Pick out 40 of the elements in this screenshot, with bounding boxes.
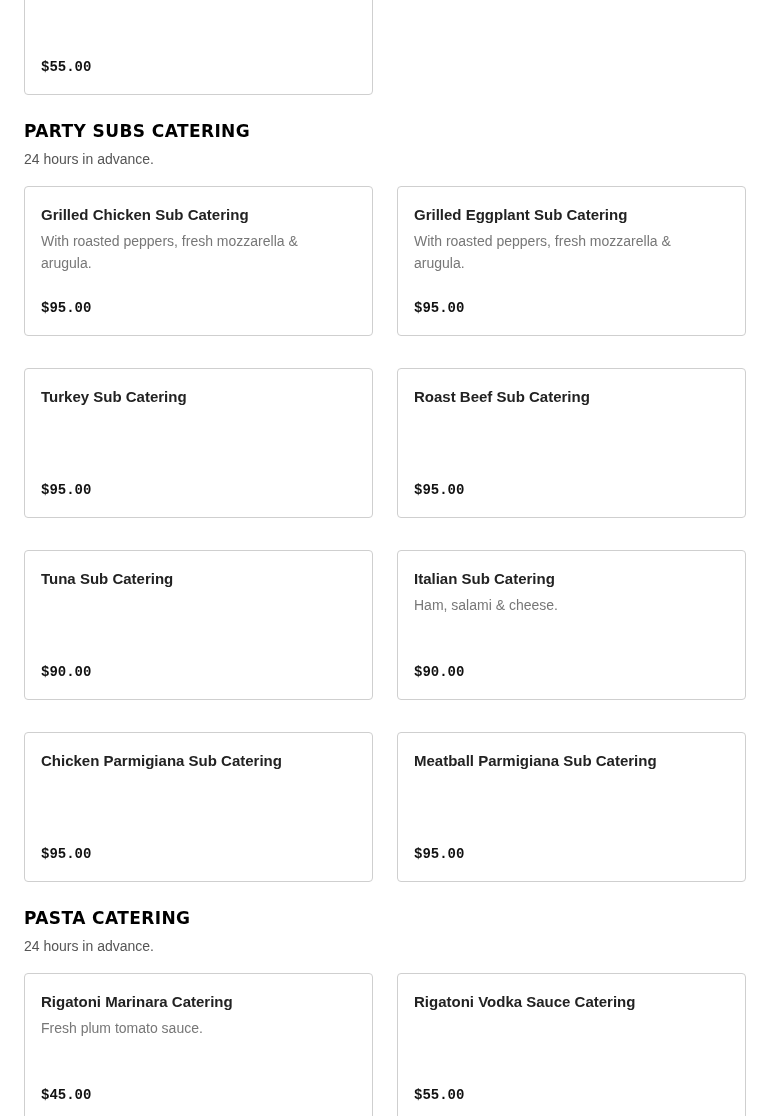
section-heading: PARTY SUBS CATERING	[24, 120, 252, 143]
menu-item-card[interactable]: Roast Beef Sub Catering $95.00	[397, 368, 746, 518]
menu-item-card[interactable]: Grilled Eggplant Sub Catering With roasted peppers, fresh mozzarella & arugula. $95.00	[397, 186, 746, 336]
item-name: Rigatoni Vodka Sauce Catering	[414, 993, 637, 1011]
section-note: 24 hours in advance.	[24, 937, 155, 956]
menu-item-card[interactable]: Chicken Parmigiana Sub Catering $95.00	[24, 732, 373, 882]
item-price: $95.00	[414, 845, 466, 863]
section-heading: PASTA CATERING	[24, 907, 192, 930]
item-price: $90.00	[414, 663, 466, 681]
item-name: Meatball Parmigiana Sub Catering	[414, 752, 658, 770]
menu-item-card[interactable]: Tuna Sub Catering $90.00	[24, 550, 373, 700]
item-name: Roast Beef Sub Catering	[414, 388, 591, 406]
item-name: Rigatoni Marinara Catering	[41, 993, 234, 1011]
item-price: $55.00	[414, 1086, 466, 1104]
item-price: $45.00	[41, 1086, 93, 1104]
item-description: With roasted peppers, fresh mozzarella & arugula.	[41, 232, 299, 273]
item-price: $95.00	[414, 299, 466, 317]
item-name: Grilled Eggplant Sub Catering	[414, 206, 629, 224]
menu-item-card[interactable]: Turkey Sub Catering $95.00	[24, 368, 373, 518]
item-description: Fresh plum tomato sauce.	[41, 1019, 204, 1038]
item-name: Italian Sub Catering	[414, 570, 556, 588]
item-name: Chicken Parmigiana Sub Catering	[41, 752, 283, 770]
item-description: With roasted peppers, fresh mozzarella & arugula.	[414, 232, 672, 273]
menu-item-card[interactable]: Meatball Parmigiana Sub Catering $95.00	[397, 732, 746, 882]
menu-item-card[interactable]: $55.00	[24, 0, 373, 95]
item-name: Turkey Sub Catering	[41, 388, 188, 406]
item-price: $95.00	[41, 481, 93, 499]
item-name: Tuna Sub Catering	[41, 570, 175, 588]
menu-item-card[interactable]: Italian Sub Catering Ham, salami & cheese. $90.00	[397, 550, 746, 700]
item-price: $55.00	[41, 58, 93, 76]
item-price: $95.00	[414, 481, 466, 499]
item-price: $95.00	[41, 845, 93, 863]
menu-item-card[interactable]: Grilled Chicken Sub Catering With roasted peppers, fresh mozzarella & arugula. $95.00	[24, 186, 373, 336]
item-price: $90.00	[41, 663, 93, 681]
item-description: Ham, salami & cheese.	[414, 596, 559, 615]
item-price: $95.00	[41, 299, 93, 317]
item-name: Grilled Chicken Sub Catering	[41, 206, 250, 224]
menu-item-card[interactable]: Rigatoni Marinara Catering Fresh plum tomato sauce. $45.00	[24, 973, 373, 1116]
section-note: 24 hours in advance.	[24, 150, 155, 169]
menu-item-card[interactable]: Rigatoni Vodka Sauce Catering $55.00	[397, 973, 746, 1116]
